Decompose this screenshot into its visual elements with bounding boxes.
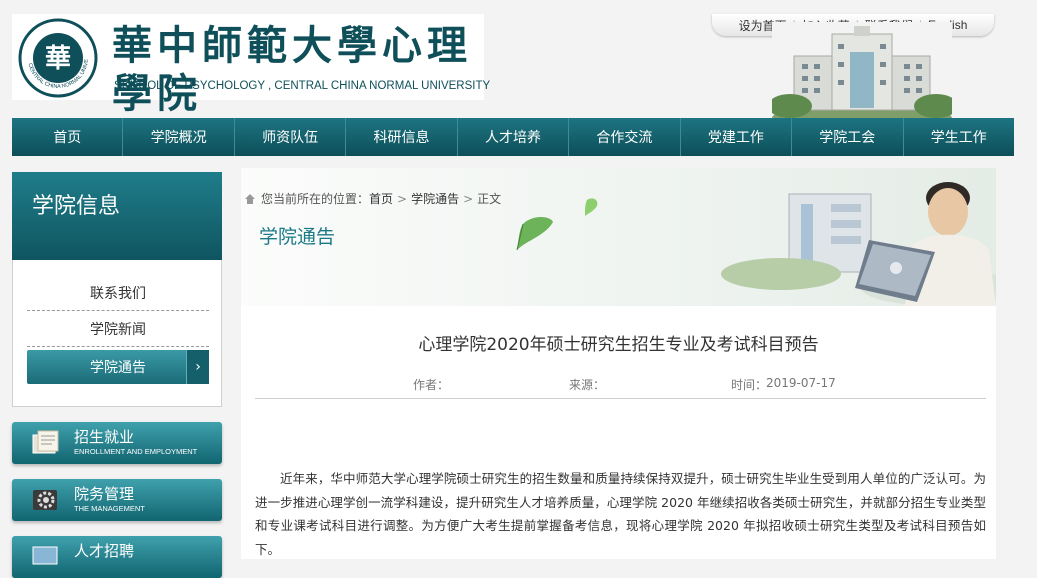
page-banner: 您当前所在的位置：首页 > 学院通告 > 正文 学院通告 <box>241 168 996 306</box>
nav-item-research[interactable]: 科研信息 <box>346 118 458 156</box>
site-header: 華 CENTRAL CHINA NORMAL UNIVERSITY 華中師範大學… <box>12 14 1014 120</box>
breadcrumb: 您当前所在的位置：首页 > 学院通告 > 正文 <box>245 190 501 207</box>
enrollment-label: 招生就业 <box>74 428 135 446</box>
breadcrumb-notices[interactable]: 学院通告 <box>411 192 459 206</box>
logo[interactable]: 華 CENTRAL CHINA NORMAL UNIVERSITY 華中師範大學… <box>12 14 490 117</box>
time-label: 时间： <box>731 378 768 392</box>
breadcrumb-home[interactable]: 首页 <box>369 192 393 206</box>
article-title: 心理学院2020年硕士研究生招生专业及考试科目预告 <box>418 335 819 355</box>
campus-building-image <box>772 22 952 120</box>
section-title: 学院通告 <box>259 226 336 248</box>
enrollment-banner[interactable]: 招生就业 ENROLLMENT AND EMPLOYMENT <box>12 422 222 464</box>
recruitment-label: 人才招聘 <box>74 542 135 560</box>
breadcrumb-separator: > <box>463 192 474 206</box>
nav-item-home[interactable]: 首页 <box>12 118 124 156</box>
sidebar-item-contact[interactable]: 联系我们 <box>27 276 209 311</box>
article-meta: 作者： 来源： 时间： 2019-07-17 <box>255 366 986 399</box>
recruitment-banner[interactable]: 人才招聘 <box>12 536 222 578</box>
enrollment-subtitle: ENROLLMENT AND EMPLOYMENT <box>74 447 198 456</box>
university-seal-icon: 華 CENTRAL CHINA NORMAL UNIVERSITY <box>18 18 98 98</box>
chevron-right-icon: › <box>186 350 209 384</box>
nav-item-faculty[interactable]: 师资队伍 <box>235 118 347 156</box>
sidebar-item-news[interactable]: 学院新闻 <box>27 312 209 347</box>
management-banner[interactable]: 院务管理 THE MANAGEMENT <box>12 479 222 521</box>
nav-item-cooperation[interactable]: 合作交流 <box>569 118 681 156</box>
svg-text:華: 華 <box>45 44 71 74</box>
nav-item-union[interactable]: 学院工会 <box>792 118 904 156</box>
folder-icon <box>32 430 59 454</box>
home-icon <box>245 194 255 204</box>
source-label: 来源： <box>569 378 606 392</box>
banner-illustration <box>516 182 996 306</box>
logo-english-name: SCHOOL OF PSYCHOLOGY , CENTRAL CHINA NOR… <box>114 80 491 92</box>
main-content: 您当前所在的位置：首页 > 学院通告 > 正文 学院通告 心理学院2020年硕士研究生招… <box>241 168 996 559</box>
nav-item-students[interactable]: 学生工作 <box>904 118 1014 156</box>
logo-chinese-name: 華中師範大學心理學院 <box>112 22 472 117</box>
article-body: 近年来，华中师范大学心理学院硕士研究生的招生数量和质量持续保持双提升，硕士研究生… <box>255 471 986 557</box>
monitor-icon <box>32 546 58 565</box>
breadcrumb-separator: > <box>397 192 408 206</box>
breadcrumb-prefix: 您当前所在的位置： <box>261 192 370 206</box>
author-label: 作者： <box>413 378 450 392</box>
sidebar-item-notices[interactable]: 学院通告 › <box>27 350 209 384</box>
main-nav: 首页 学院概况 师资队伍 科研信息 人才培养 合作交流 党建工作 学院工会 学生… <box>12 118 1014 156</box>
management-label: 院务管理 <box>74 485 135 503</box>
sidebar-menu: 联系我们 学院新闻 学院通告 › <box>12 260 222 407</box>
sidebar: 学院信息 联系我们 学院新闻 学院通告 › 招生就业 ENROLLMENT AN… <box>12 172 222 578</box>
sidebar-item-label: 学院通告 <box>90 360 146 376</box>
nav-item-party[interactable]: 党建工作 <box>681 118 793 156</box>
sidebar-title: 学院信息 <box>12 172 222 260</box>
management-subtitle: THE MANAGEMENT <box>74 504 145 513</box>
time-value: 2019-07-17 <box>766 376 836 390</box>
nav-item-overview[interactable]: 学院概况 <box>123 118 235 156</box>
breadcrumb-current: 正文 <box>477 192 502 206</box>
gear-icon <box>33 490 57 510</box>
nav-item-education[interactable]: 人才培养 <box>458 118 570 156</box>
